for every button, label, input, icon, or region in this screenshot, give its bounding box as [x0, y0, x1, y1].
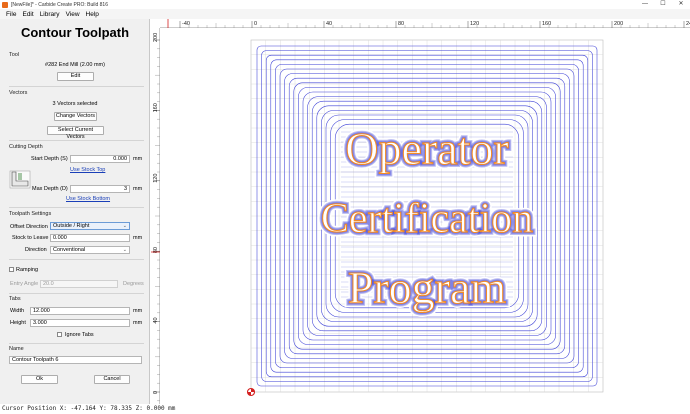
toolpath-panel: Contour Toolpath Tool #282 End Mill (2.0… — [0, 19, 150, 404]
x-tick-label: 160 — [542, 21, 551, 27]
menu-edit[interactable]: Edit — [22, 11, 33, 18]
tabs-section-label: Tabs — [9, 296, 21, 302]
menu-file[interactable]: File — [6, 11, 16, 18]
offset-direction-value: Outside / Right — [53, 223, 90, 229]
direction-label: Direction — [25, 247, 47, 253]
offset-direction-select[interactable]: Outside / Right ⌄ — [50, 222, 130, 230]
name-section-label: Name — [9, 346, 24, 352]
maximize-button[interactable]: ☐ — [654, 0, 672, 9]
divider — [9, 140, 144, 141]
status-bar: Cursor Position X: -47.164 Y: 78.335 Z: … — [0, 404, 690, 414]
max-depth-unit: mm — [133, 186, 143, 192]
y-tick-label: 120 — [153, 174, 159, 183]
vectors-section-label: Vectors — [9, 90, 28, 96]
y-tick-label: 200 — [153, 33, 159, 42]
depth-diagram-icon — [9, 170, 31, 189]
toolpath-settings-section-label: Toolpath Settings — [9, 211, 52, 217]
left-ruler — [151, 19, 160, 404]
tab-height-label: Height — [10, 320, 26, 326]
max-depth-input[interactable]: 3 — [70, 185, 130, 193]
tab-width-unit: mm — [133, 308, 143, 314]
divider — [9, 343, 144, 344]
ramping-checkbox[interactable] — [9, 267, 14, 272]
x-tick-label: 0 — [254, 21, 257, 27]
use-stock-top-link[interactable]: Use Stock Top — [70, 167, 105, 173]
stock-to-leave-label: Stock to Leave — [12, 235, 49, 241]
tab-height-unit: mm — [133, 320, 143, 326]
offset-direction-label: Offset Direction — [10, 224, 48, 230]
panel-heading: Contour Toolpath — [20, 25, 130, 40]
toolpath-name-input[interactable]: Contour Toolpath 6 — [9, 356, 142, 364]
tab-width-label: Width — [10, 308, 25, 314]
start-depth-label: Start Depth (S) — [31, 156, 68, 162]
top-ruler — [151, 19, 690, 28]
vectors-selected-text: 3 Vectors selected — [52, 101, 98, 107]
origin-marker[interactable] — [246, 387, 256, 397]
vector-text-line[interactable]: Certification — [320, 195, 533, 242]
entry-angle-unit: Degrees — [123, 281, 144, 287]
vector-text-line[interactable]: Program — [347, 261, 507, 313]
x-tick-label: 80 — [398, 21, 404, 27]
ignore-tabs-checkbox[interactable] — [57, 332, 62, 337]
window-title: [NewFile]* - Carbide Create PRO: Build 8… — [11, 1, 108, 8]
cancel-button[interactable]: Cancel — [94, 375, 130, 384]
close-button[interactable]: ✕ — [672, 0, 690, 9]
entry-angle-input[interactable]: 20.0 — [40, 280, 118, 288]
x-tick-label: 120 — [470, 21, 479, 27]
x-tick-label: 40 — [326, 21, 332, 27]
menu-view[interactable]: View — [66, 11, 80, 18]
stock-to-leave-unit: mm — [133, 235, 143, 241]
tool-section-label: Tool — [9, 52, 20, 58]
canvas-svg[interactable]: OperatorOperatorOperatorOperatorOperator… — [151, 19, 690, 404]
select-current-vectors-button[interactable]: Select Current Vectors — [47, 126, 104, 140]
menu-library[interactable]: Library — [40, 11, 60, 18]
tab-width-input[interactable]: 12.000 — [30, 307, 130, 315]
title-bar: [NewFile]* - Carbide Create PRO: Build 8… — [0, 0, 690, 9]
ramping-label: Ramping — [16, 267, 39, 273]
edit-tool-button[interactable]: Edit — [57, 72, 94, 81]
app-icon — [2, 1, 8, 8]
entry-angle-label: Entry Angle — [10, 281, 39, 287]
y-tick-label: 40 — [153, 317, 159, 323]
divider — [9, 259, 144, 260]
divider — [9, 293, 144, 294]
direction-value: Conventional — [53, 247, 86, 253]
direction-select[interactable]: Conventional ⌄ — [50, 246, 130, 254]
x-tick-label: -40 — [182, 21, 190, 27]
start-depth-input[interactable]: 0.000 — [70, 155, 130, 163]
menu-bar: File Edit Library View Help — [0, 9, 690, 19]
tab-height-input[interactable]: 3.000 — [30, 319, 130, 327]
vector-text-line[interactable]: Operator — [345, 122, 510, 174]
origin-quadrant — [247, 392, 251, 396]
chevron-down-icon: ⌄ — [122, 223, 127, 229]
vector-text[interactable]: OperatorOperatorOperatorOperatorOperator… — [316, 119, 537, 318]
menu-help[interactable]: Help — [86, 11, 99, 18]
use-stock-bottom-link[interactable]: Use Stock Bottom — [66, 196, 110, 202]
max-depth-label: Max Depth (D) — [32, 186, 68, 192]
stock-to-leave-input[interactable]: 0.000 — [50, 234, 130, 242]
ignore-tabs-label: Ignore Tabs — [65, 332, 94, 338]
x-tick-label: 200 — [614, 21, 623, 27]
cutting-depth-section-label: Cutting Depth — [9, 144, 43, 150]
design-canvas[interactable]: Operator Operator Operator Operator Operator… — [151, 19, 690, 404]
y-tick-label: 160 — [153, 103, 159, 112]
divider — [9, 207, 144, 208]
minimize-button[interactable]: — — [636, 0, 654, 9]
tool-name: #282 End Mill (2.00 mm) — [45, 62, 105, 68]
change-vectors-button[interactable]: Change Vectors — [54, 112, 97, 121]
chevron-down-icon: ⌄ — [122, 247, 127, 253]
ok-button[interactable]: Ok — [21, 375, 58, 384]
divider — [9, 86, 144, 87]
y-tick-label: 0 — [153, 391, 159, 394]
x-tick-label: 240 — [686, 21, 690, 27]
start-depth-unit: mm — [133, 156, 143, 162]
